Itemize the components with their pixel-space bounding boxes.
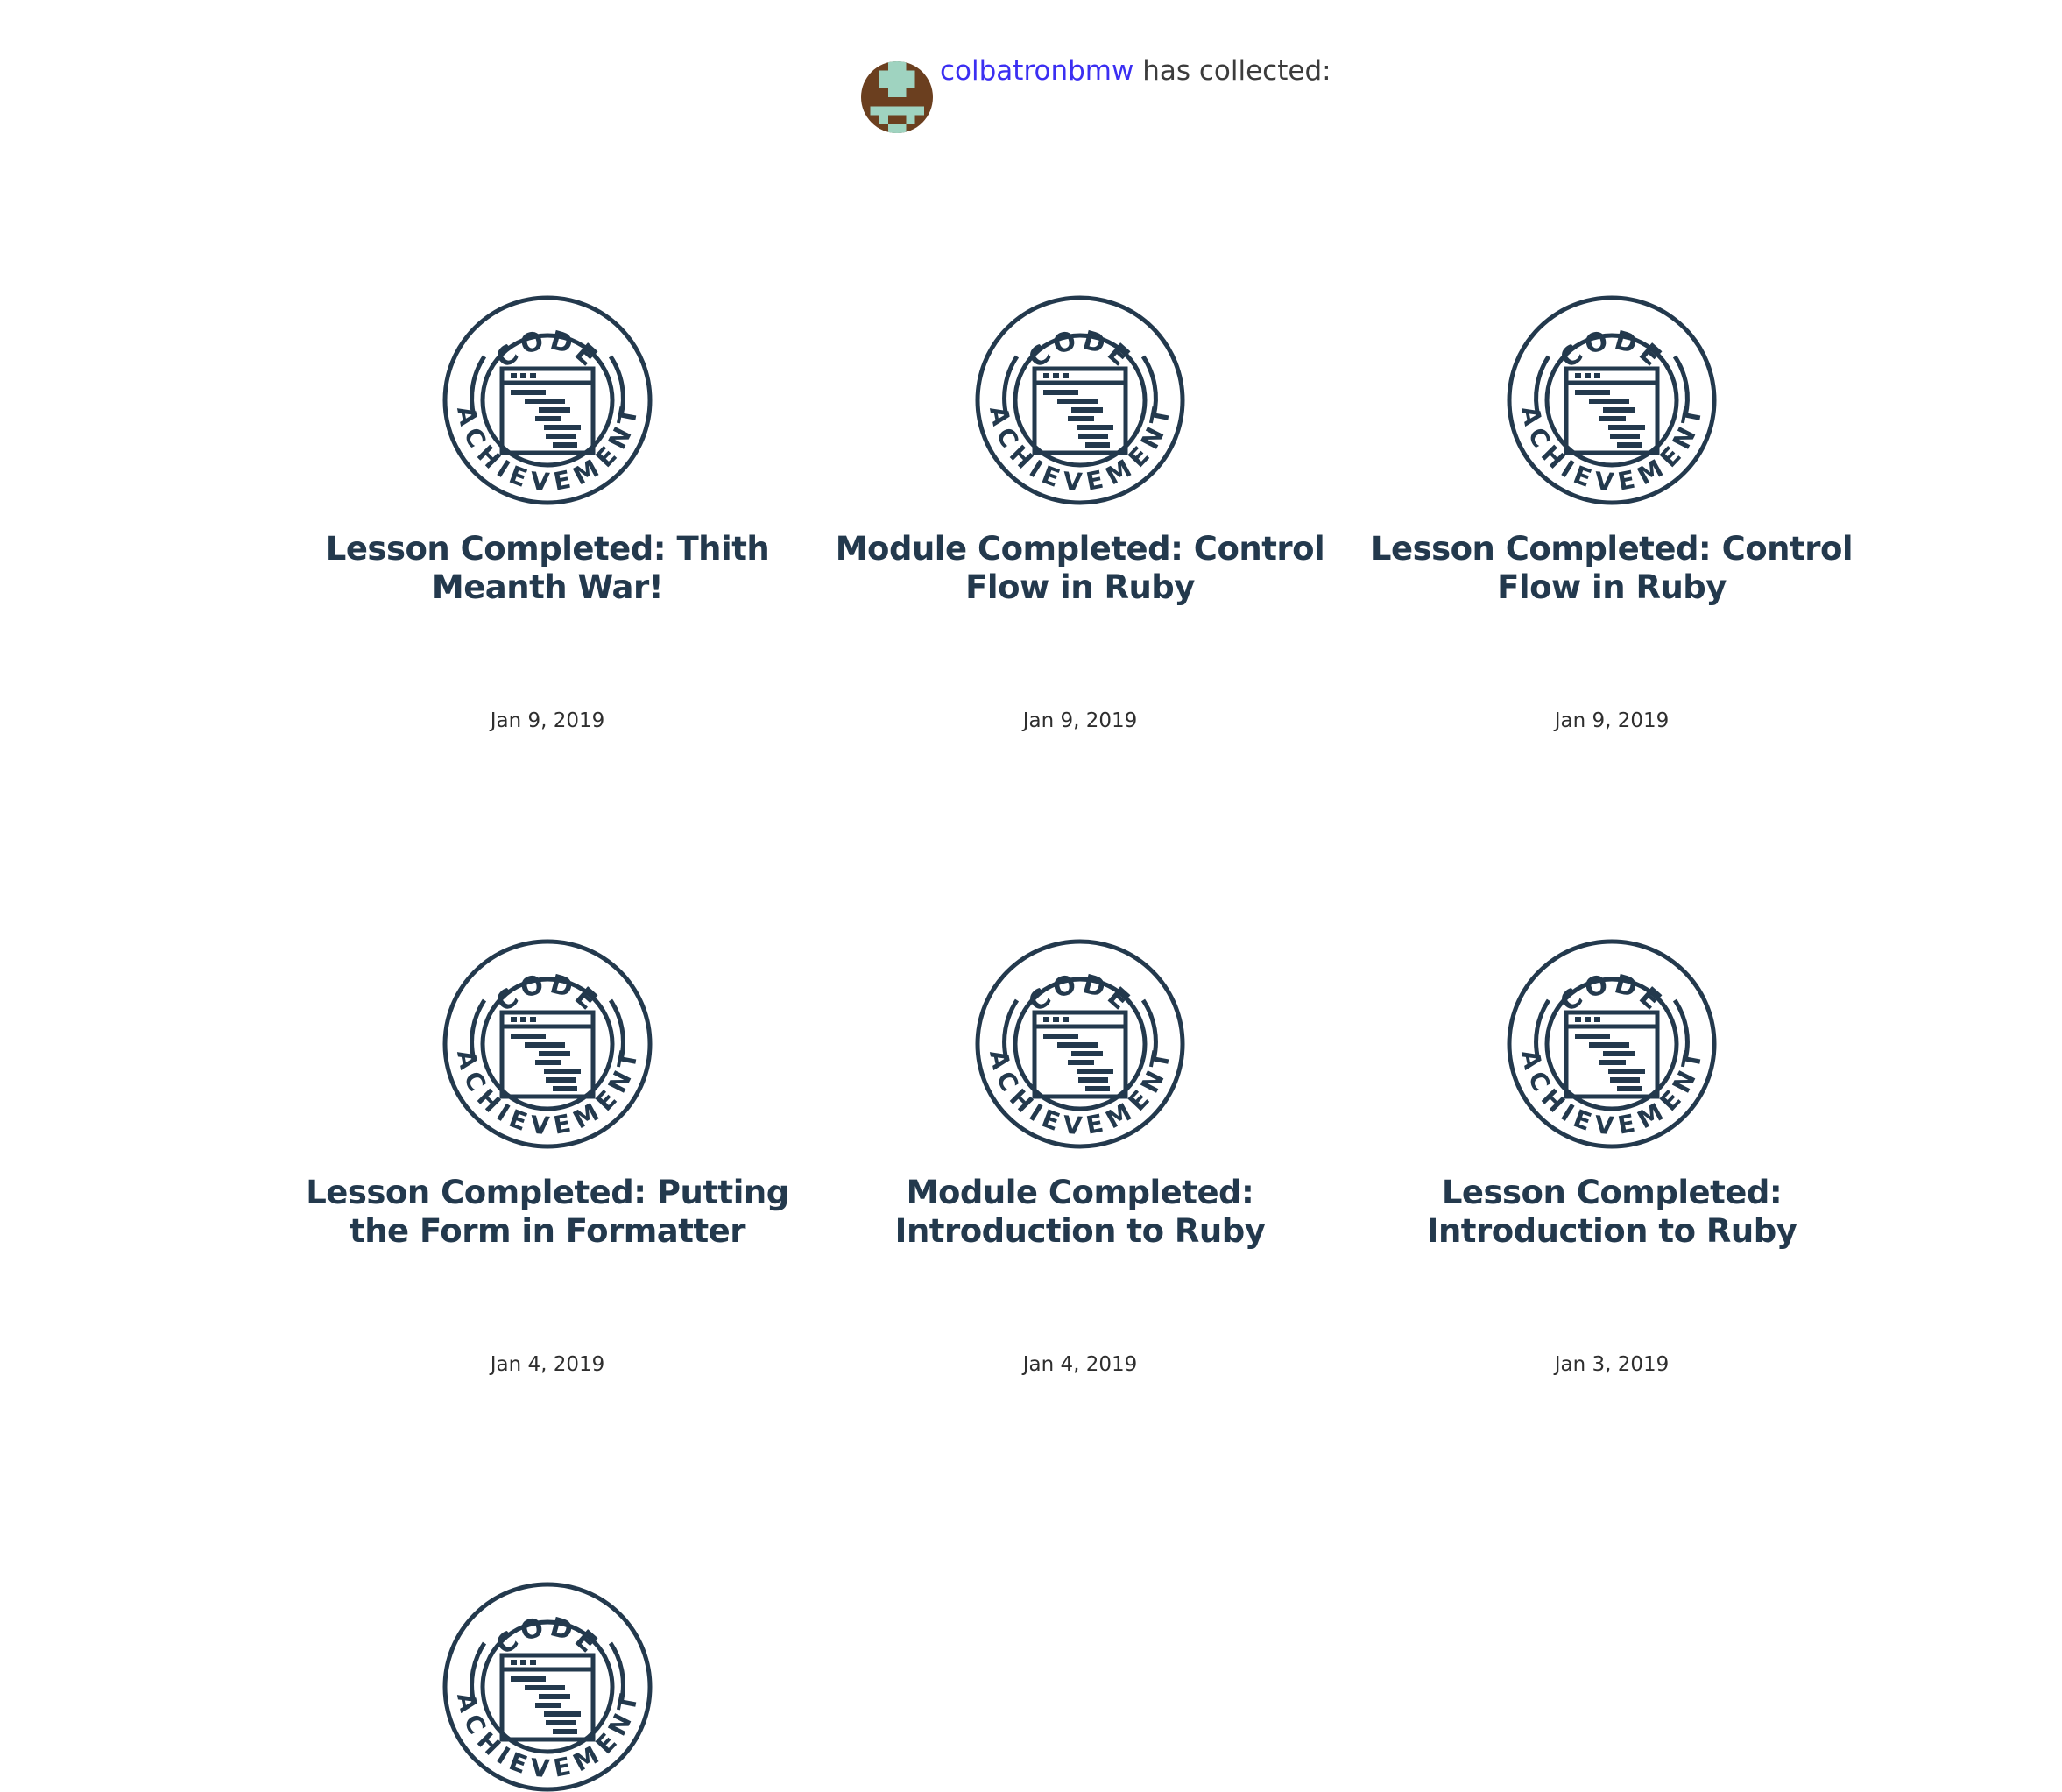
code-achievement-badge-icon: CODE ACHIEVEMENT bbox=[1507, 939, 1717, 1149]
achievement-title[interactable]: Module Completed: Control Flow in Ruby bbox=[835, 530, 1325, 607]
code-achievement-badge-icon: CODE ACHIEVEMENT bbox=[1507, 295, 1717, 505]
collection-header: colbatronbmw has collected: bbox=[861, 54, 1331, 133]
achievement-date: Jan 3, 2019 bbox=[1554, 1353, 1670, 1376]
achievement-title-line: Meanth War! bbox=[431, 568, 664, 606]
achievement-title-line: Introduction to Ruby bbox=[1426, 1212, 1797, 1250]
code-achievement-badge-icon: CODE ACHIEVEMENT bbox=[975, 939, 1185, 1149]
header-suffix: has collected: bbox=[1133, 55, 1331, 87]
achievement-title-line: Lesson Completed: Control bbox=[1370, 530, 1854, 568]
achievement-date: Jan 4, 2019 bbox=[490, 1353, 605, 1376]
achievement-title[interactable]: Lesson Completed: Control Flow in Ruby bbox=[1366, 530, 1857, 607]
achievement-title-line: Lesson Completed: Thith bbox=[325, 530, 770, 568]
header-text: colbatronbmw has collected: bbox=[940, 54, 1331, 88]
achievement-title[interactable]: Module Completed: Introduction to Ruby bbox=[835, 1174, 1325, 1251]
achievement-title[interactable]: Lesson Completed: Thith Meanth War! bbox=[302, 530, 793, 607]
achievement-date: Jan 4, 2019 bbox=[1022, 1353, 1138, 1376]
username-link[interactable]: colbatronbmw bbox=[940, 55, 1133, 87]
user-avatar[interactable] bbox=[861, 61, 933, 133]
achievement-date: Jan 9, 2019 bbox=[1554, 709, 1670, 732]
achievement-title[interactable]: Lesson Completed: Putting the Form in For… bbox=[302, 1174, 793, 1251]
achievement-title-line: Lesson Completed: Putting bbox=[306, 1174, 789, 1211]
achievement-title[interactable]: Lesson Completed: Introduction to Ruby bbox=[1366, 1174, 1857, 1251]
achievement-date: Jan 9, 2019 bbox=[490, 709, 605, 732]
achievement-title-line: Module Completed: bbox=[906, 1174, 1254, 1211]
code-achievement-badge-icon: CODE ACHIEVEMENT bbox=[975, 295, 1185, 505]
achievement-title-line: the Form in Formatter bbox=[350, 1212, 745, 1250]
achievement-title-line: Module Completed: Control bbox=[835, 530, 1325, 568]
achievement-date: Jan 9, 2019 bbox=[1022, 709, 1138, 732]
achievement-title-line: Flow in Ruby bbox=[965, 568, 1195, 606]
achievement-title-line: Introduction to Ruby bbox=[894, 1212, 1266, 1250]
pixel-avatar-icon bbox=[861, 61, 933, 133]
achievement-title-line: Flow in Ruby bbox=[1497, 568, 1727, 606]
code-achievement-badge-icon: CODE ACHIEVEMENT bbox=[442, 939, 653, 1149]
code-achievement-badge-icon: CODE ACHIEVEMENT bbox=[442, 295, 653, 505]
code-achievement-badge-icon: CODE ACHIEVEMENT bbox=[442, 1582, 653, 1792]
achievement-title-line: Lesson Completed: bbox=[1441, 1174, 1783, 1211]
